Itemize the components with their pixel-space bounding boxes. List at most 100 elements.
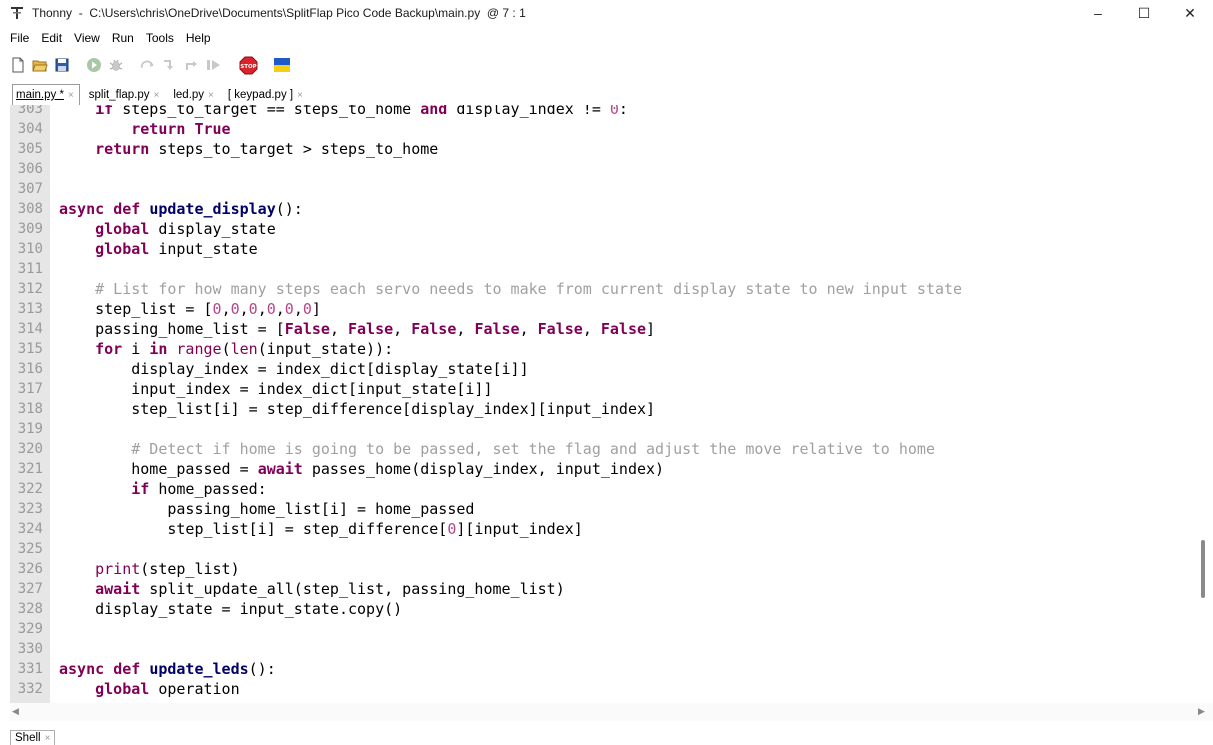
code-text: step_list[i] = step_difference[0][input_… bbox=[59, 520, 583, 538]
line-number: 309 bbox=[17, 221, 43, 237]
tab-main-py[interactable]: main.py * × bbox=[12, 84, 80, 105]
code-line[interactable]: 310 global input_state bbox=[10, 239, 1195, 259]
menu-run[interactable]: Run bbox=[106, 31, 140, 45]
menu-help[interactable]: Help bbox=[180, 31, 217, 45]
line-number: 332 bbox=[17, 681, 43, 697]
line-number: 303 bbox=[17, 105, 43, 117]
new-file-icon[interactable] bbox=[10, 57, 26, 73]
code-line[interactable]: 321 home_passed = await passes_home(disp… bbox=[10, 459, 1195, 479]
save-icon[interactable] bbox=[54, 57, 70, 73]
ukraine-flag-icon bbox=[274, 57, 290, 73]
thonny-logo-icon bbox=[10, 6, 24, 20]
code-line[interactable]: 315 for i in range(len(input_state)): bbox=[10, 339, 1195, 359]
step-into-icon[interactable] bbox=[162, 57, 178, 73]
code-line[interactable]: 304 return True bbox=[10, 119, 1195, 139]
code-line[interactable]: 312 # List for how many steps each servo… bbox=[10, 279, 1195, 299]
code-line[interactable]: 330 bbox=[10, 639, 1195, 659]
tab-shell[interactable]: Shell × bbox=[10, 730, 56, 745]
code-line[interactable]: 320 # Detect if home is going to be pass… bbox=[10, 439, 1195, 459]
code-line[interactable]: 308 async def update_display(): bbox=[10, 199, 1195, 219]
code-text: passing_home_list = [False, False, False… bbox=[59, 320, 656, 338]
code-text: display_state = input_state.copy() bbox=[59, 600, 403, 618]
code-line[interactable]: 309 global display_state bbox=[10, 219, 1195, 239]
close-window-button[interactable]: ✕ bbox=[1167, 0, 1213, 26]
code-line[interactable]: 305 return steps_to_target > steps_to_ho… bbox=[10, 139, 1195, 159]
code-line[interactable]: 325 bbox=[10, 539, 1195, 559]
tab-close-icon[interactable]: × bbox=[297, 90, 303, 101]
window-title: Thonny - C:\Users\chris\OneDrive\Documen… bbox=[32, 6, 526, 20]
tab-split-flap-py[interactable]: split_flap.py × bbox=[86, 85, 165, 105]
stop-label: STOP bbox=[240, 64, 256, 70]
tab-close-icon[interactable]: × bbox=[68, 90, 74, 101]
code-text: step_list = [0,0,0,0,0,0] bbox=[59, 300, 321, 318]
code-text: step_list[i] = step_difference[display_i… bbox=[59, 400, 656, 418]
code-text: async def update_leds(): bbox=[59, 660, 276, 678]
vertical-scrollbar-thumb[interactable] bbox=[1201, 540, 1205, 598]
line-number: 329 bbox=[17, 621, 43, 637]
tab-close-icon[interactable]: × bbox=[208, 90, 214, 101]
code-text: return steps_to_target > steps_to_home bbox=[95, 140, 439, 158]
code-line[interactable]: 317 input_index = index_dict[input_state… bbox=[10, 379, 1195, 399]
line-number: 317 bbox=[17, 381, 43, 397]
step-out-icon[interactable] bbox=[184, 57, 200, 73]
line-number: 330 bbox=[17, 641, 43, 657]
code-lines: 303 if steps_to_target == steps_to_home … bbox=[10, 105, 1195, 699]
code-line[interactable]: 323 passing_home_list[i] = home_passed bbox=[10, 499, 1195, 519]
code-line[interactable]: 319 bbox=[10, 419, 1195, 439]
menu-edit[interactable]: Edit bbox=[35, 31, 68, 45]
code-line[interactable]: 314 passing_home_list = [False, False, F… bbox=[10, 319, 1195, 339]
code-line[interactable]: 324 step_list[i] = step_difference[0][in… bbox=[10, 519, 1195, 539]
scroll-right-icon[interactable]: ▶ bbox=[1198, 706, 1205, 717]
line-number: 313 bbox=[17, 301, 43, 317]
code-text: await split_update_all(step_list, passin… bbox=[95, 580, 565, 598]
line-number: 314 bbox=[17, 321, 43, 337]
code-line[interactable]: 332 global operation bbox=[10, 679, 1195, 699]
code-text: return True bbox=[131, 120, 231, 138]
line-number: 328 bbox=[17, 601, 43, 617]
code-line[interactable]: 327 await split_update_all(step_list, pa… bbox=[10, 579, 1195, 599]
line-number: 331 bbox=[17, 661, 43, 677]
code-line[interactable]: 303 if steps_to_target == steps_to_home … bbox=[10, 105, 1195, 119]
code-editor[interactable]: 303 if steps_to_target == steps_to_home … bbox=[10, 105, 1195, 703]
code-text: global operation bbox=[95, 680, 240, 698]
code-text: print(step_list) bbox=[95, 560, 240, 578]
code-line[interactable]: 329 bbox=[10, 619, 1195, 639]
code-line[interactable]: 311 bbox=[10, 259, 1195, 279]
vertical-scrollbar[interactable] bbox=[1195, 105, 1213, 703]
tab-close-icon[interactable]: × bbox=[45, 733, 51, 744]
debug-icon[interactable] bbox=[108, 57, 124, 73]
code-line[interactable]: 331 async def update_leds(): bbox=[10, 659, 1195, 679]
horizontal-scrollbar[interactable] bbox=[10, 703, 1213, 721]
scroll-left-icon[interactable]: ◀ bbox=[12, 706, 19, 717]
code-line[interactable]: 322 if home_passed: bbox=[10, 479, 1195, 499]
code-text: # Detect if home is going to be passed, … bbox=[131, 440, 935, 458]
tab-label: main.py * bbox=[16, 89, 64, 101]
code-line[interactable]: 326 print(step_list) bbox=[10, 559, 1195, 579]
menu-view[interactable]: View bbox=[68, 31, 106, 45]
resume-icon[interactable] bbox=[206, 57, 222, 73]
code-line[interactable]: 307 bbox=[10, 179, 1195, 199]
stop-icon[interactable]: STOP bbox=[238, 56, 258, 74]
tab-keypad-py[interactable]: [ keypad.py ] × bbox=[225, 85, 308, 105]
code-line[interactable]: 313 step_list = [0,0,0,0,0,0] bbox=[10, 299, 1195, 319]
code-line[interactable]: 328 display_state = input_state.copy() bbox=[10, 599, 1195, 619]
tab-led-py[interactable]: led.py × bbox=[170, 85, 219, 105]
code-line[interactable]: 306 bbox=[10, 159, 1195, 179]
step-over-icon[interactable] bbox=[140, 57, 156, 73]
minimize-button[interactable]: – bbox=[1075, 0, 1121, 26]
menu-file[interactable]: File bbox=[4, 31, 35, 45]
line-number: 308 bbox=[17, 201, 43, 217]
open-folder-icon[interactable] bbox=[32, 57, 48, 73]
line-number: 320 bbox=[17, 441, 43, 457]
file-path: C:\Users\chris\OneDrive\Documents\SplitF… bbox=[89, 6, 481, 20]
tab-label: led.py bbox=[173, 89, 205, 101]
menu-tools[interactable]: Tools bbox=[140, 31, 180, 45]
maximize-button[interactable]: ☐ bbox=[1121, 0, 1167, 26]
code-text: passing_home_list[i] = home_passed bbox=[59, 500, 475, 518]
run-icon[interactable] bbox=[86, 57, 102, 73]
line-number: 318 bbox=[17, 401, 43, 417]
tab-close-icon[interactable]: × bbox=[154, 90, 160, 101]
code-line[interactable]: 316 display_index = index_dict[display_s… bbox=[10, 359, 1195, 379]
code-text: display_index = index_dict[display_state… bbox=[59, 360, 529, 378]
code-line[interactable]: 318 step_list[i] = step_difference[displ… bbox=[10, 399, 1195, 419]
